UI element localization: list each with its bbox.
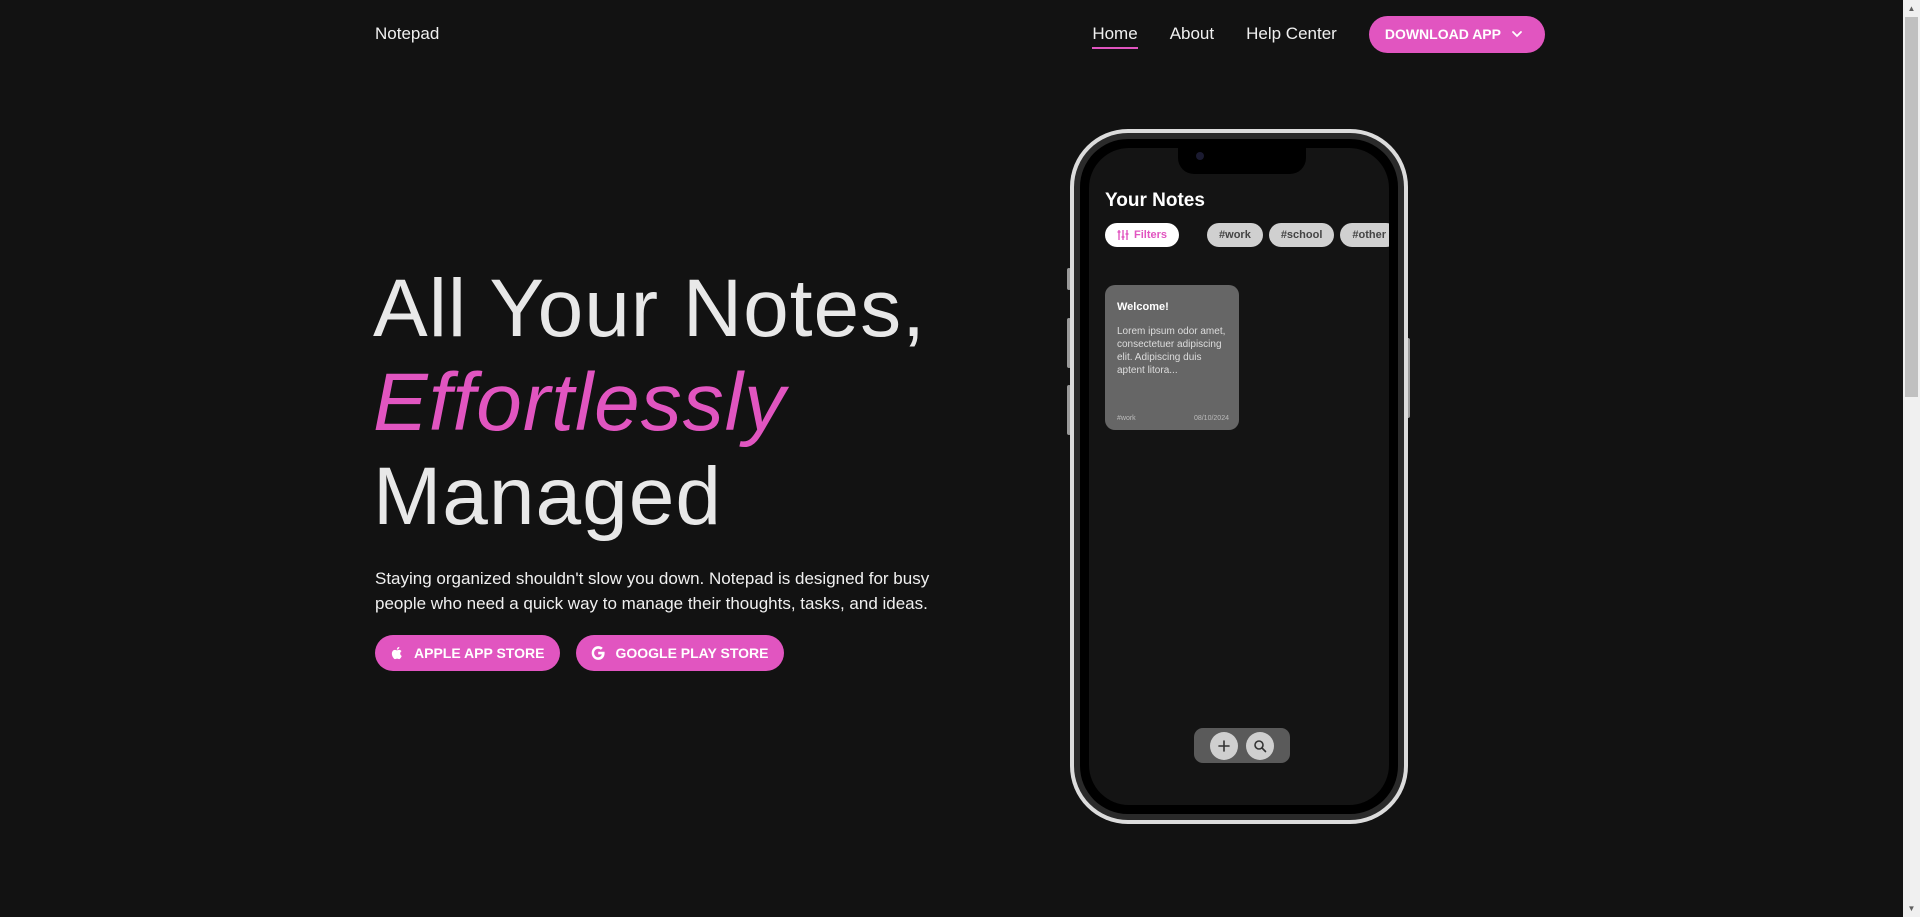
nav-link-home[interactable]: Home [1092,24,1139,49]
chevron-down-icon [1512,31,1522,38]
search-icon [1254,739,1267,752]
hero-line-1: All Your Notes, [373,263,926,354]
google-play-store-label: GOOGLE PLAY STORE [615,645,769,661]
filters-label: Filters [1134,229,1168,241]
tag-filter-bar: Filters #work #school #other [1105,223,1389,247]
scrollbar-thumb[interactable] [1905,17,1918,397]
hero-heading: All Your Notes, Effortlessly Managed [373,262,926,544]
page-scrollbar[interactable]: ▲ ▼ [1903,0,1920,917]
phone-screen: Your Notes Filters #work #school #other … [1089,148,1389,805]
nav-links: Home About Help Center DOWNLOAD APP [1092,15,1545,53]
nav-link-help-center[interactable]: Help Center [1246,24,1337,44]
note-tag: #work [1117,415,1136,422]
hero-description: Staying organized shouldn't slow you dow… [375,569,930,613]
phone-mockup: Your Notes Filters #work #school #other … [1070,129,1408,824]
google-icon [592,646,606,660]
top-navbar: Notepad Home About Help Center DOWNLOAD … [375,15,1545,53]
note-body: Lorem ipsum odor amet, consectetuer adip… [1117,326,1226,376]
filters-button[interactable]: Filters [1105,223,1180,247]
plus-icon [1218,739,1230,752]
scroll-down-arrow-icon[interactable]: ▼ [1903,900,1920,917]
google-play-store-button[interactable]: GOOGLE PLAY STORE [576,635,785,671]
tag-chip-work[interactable]: #work [1207,223,1263,247]
apple-app-store-label: APPLE APP STORE [414,645,545,661]
search-notes-button[interactable] [1246,731,1274,760]
nav-link-about[interactable]: About [1170,24,1214,44]
tag-chip-other[interactable]: #other [1340,223,1389,247]
download-app-label: DOWNLOAD APP [1384,26,1501,42]
apple-icon [391,646,402,660]
camera-icon [1196,152,1204,160]
sliders-icon [1117,230,1129,240]
note-title: Welcome! [1117,301,1169,313]
note-date: 08/10/2024 [1193,415,1229,422]
note-footer: #work 08/10/2024 [1117,415,1229,422]
phone-notch [1178,148,1306,174]
note-card[interactable]: Welcome! Lorem ipsum odor amet, consecte… [1105,285,1239,430]
brand-logo[interactable]: Notepad [375,24,439,44]
store-buttons: APPLE APP STORE GOOGLE PLAY STORE [375,635,785,671]
apple-app-store-button[interactable]: APPLE APP STORE [375,635,561,671]
tag-chip-school[interactable]: #school [1268,223,1335,247]
scroll-up-arrow-icon[interactable]: ▲ [1903,0,1920,17]
hero-line-2-accent: Effortlessly [373,357,786,448]
download-app-button[interactable]: DOWNLOAD APP [1368,15,1545,53]
phone-bottom-toolbar [1194,728,1290,763]
add-note-button[interactable] [1210,731,1238,760]
hero-line-3: Managed [373,451,722,542]
notes-title: Your Notes [1105,190,1205,211]
